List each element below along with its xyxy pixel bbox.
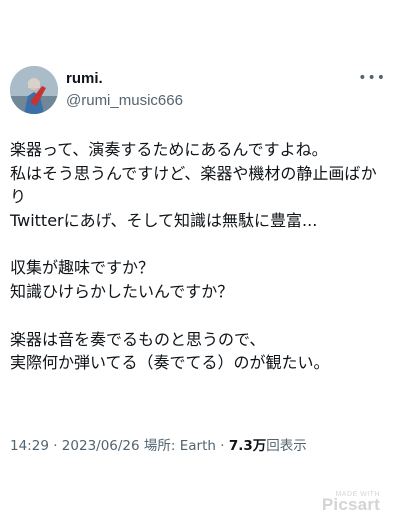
tweet-time[interactable]: 14:29 <box>10 438 49 454</box>
watermark-brand: Picsart <box>321 495 380 514</box>
meta-separator: · <box>53 438 58 454</box>
meta-separator: · <box>220 438 225 454</box>
author-names: rumi. @rumi_music666 <box>66 69 183 110</box>
ellipsis-icon[interactable]: ••• <box>358 70 386 86</box>
views-count: 7.3万 <box>228 438 267 454</box>
tweet-date[interactable]: 2023/06/26 <box>62 438 140 454</box>
display-name[interactable]: rumi. <box>66 69 183 88</box>
tweet-line: 収集が趣味ですか？ <box>10 258 155 278</box>
tweet-line: Twitterにあげ、そして知識は無駄に豊富... <box>10 211 318 231</box>
tweet-card: rumi. @rumi_music666 ••• 楽器って、演奏するためにあるん… <box>0 0 400 523</box>
tweet-line: 知識ひけらかしたいんですか？ <box>10 282 234 302</box>
tweet-line: 楽器は音を奏でるものと思うので、 <box>10 329 266 349</box>
tweet-line: 楽器って、演奏するためにあるんですよね。 <box>10 140 328 159</box>
picsart-watermark: MADE WITH Picsart <box>322 491 380 515</box>
tweet-line: り <box>10 187 27 207</box>
tweet-line: 私はそう思うんですけど、楽器や機材の静止画ばか <box>10 163 377 183</box>
tweet-location[interactable]: 場所: Earth <box>144 438 216 454</box>
user-handle[interactable]: @rumi_music666 <box>66 91 183 110</box>
tweet-header: rumi. @rumi_music666 ••• <box>10 66 390 116</box>
tweet-text: 楽器って、演奏するためにあるんですよね。 私はそう思うんですけど、楽器や機材の静… <box>10 138 392 375</box>
views-label: 回表示 <box>266 438 307 454</box>
tweet-line: 実際何か弾いてる（奏でてる）のが観たい。 <box>10 353 330 373</box>
tweet-meta: 14:29 · 2023/06/26 場所: Earth · 7.3万回表示 <box>10 437 307 455</box>
avatar[interactable] <box>10 66 58 114</box>
